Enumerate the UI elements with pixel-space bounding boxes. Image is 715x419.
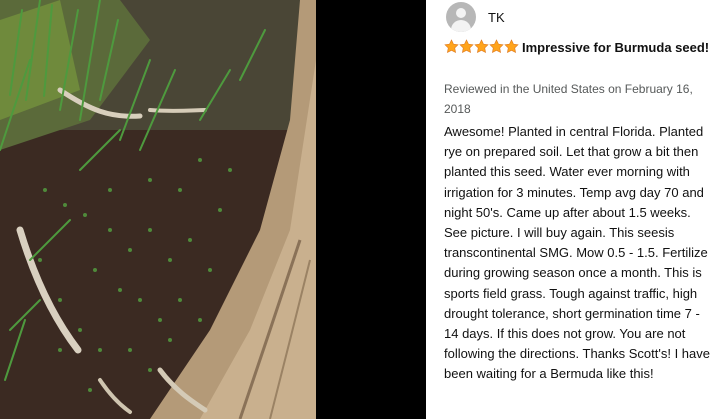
author-name[interactable]: TK [488,10,505,25]
star-rating[interactable] [444,39,519,60]
star-icon [459,39,474,54]
default-user-avatar-icon [446,2,476,32]
review-title[interactable]: Impressive for Burmuda seed! [522,40,709,55]
review-author[interactable]: TK [446,2,505,32]
star-icon [504,39,519,54]
star-icon [489,39,504,54]
grass-seedlings-image [0,0,316,419]
review-body: Awesome! Planted in central Florida. Pla… [444,124,710,382]
image-letterbox [316,0,426,419]
review-title-row: Impressive for Burmuda seed! [444,38,710,60]
review-card: TK Impressive for Burmuda seed! Reviewed… [426,0,715,419]
star-icon [474,39,489,54]
review-date: Reviewed in the United States on Februar… [444,82,693,116]
star-icon [444,39,459,54]
customer-review-photo[interactable] [0,0,316,419]
